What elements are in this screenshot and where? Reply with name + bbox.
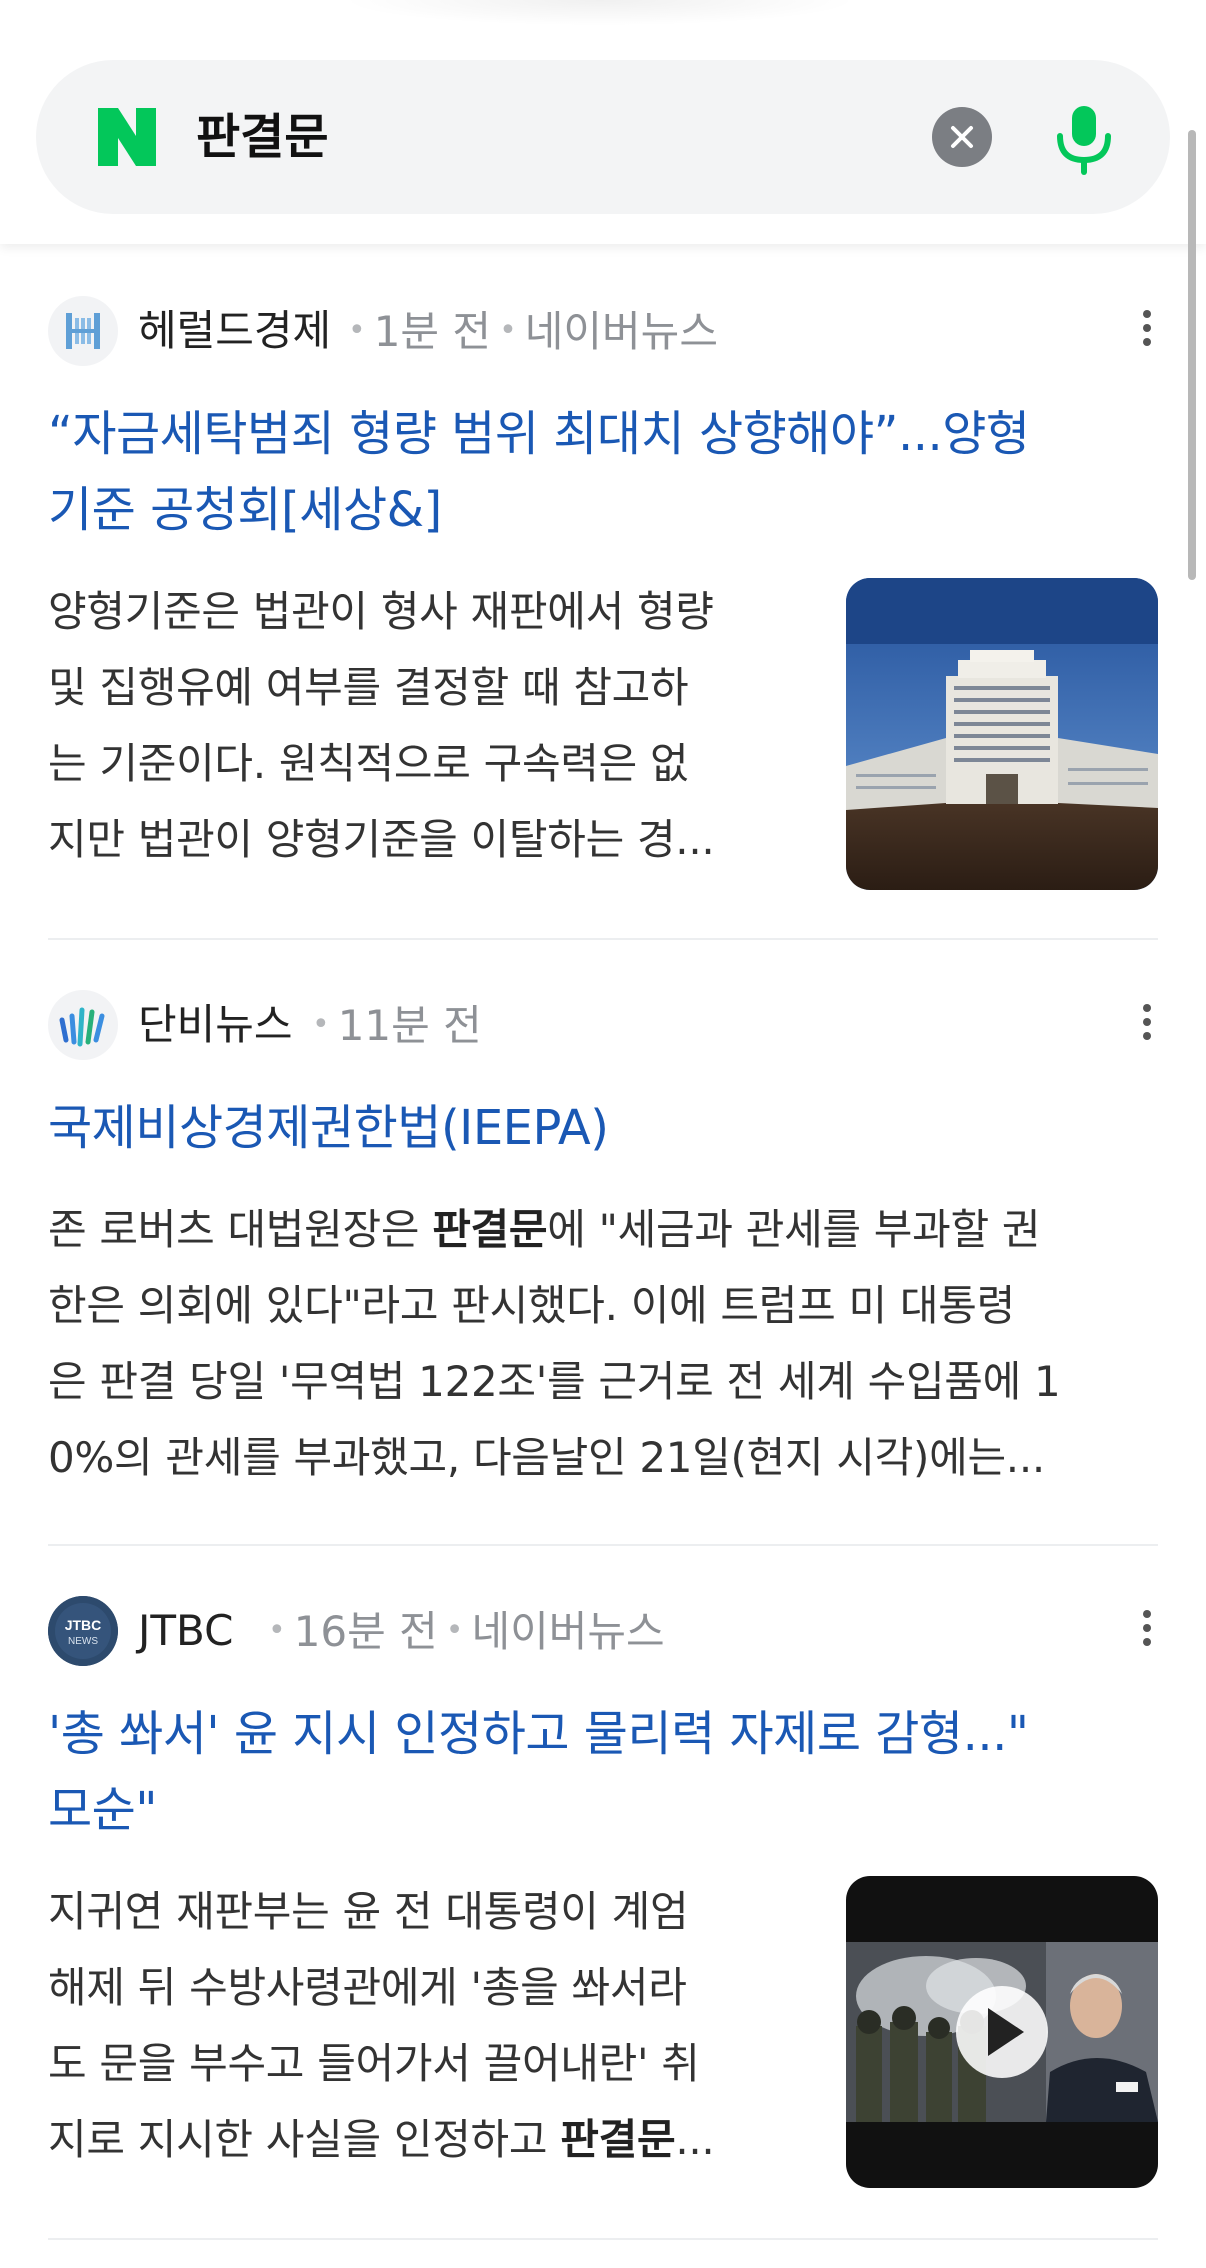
publish-time: 1분 전 [373,307,492,356]
herald-logo-icon[interactable] [48,296,118,366]
news-result-card[interactable]: 헤럴드경제 • 1분 전 • 네이버뉴스 “자금세탁범죄 형량 범위 최대치 상향해야… [48,292,1158,890]
news-summary[interactable]: 양형기준은 법관이 형사 재판에서 형량 및 집행유예 여부를 결정할 때 참고… [48,574,808,878]
news-headline-link[interactable]: 국제비상경제권한법(IEEPA) [48,1090,1158,1166]
news-summary[interactable]: 존 로버츠 대법원장은 판결문에 "세금과 관세를 부과할 권 한은 의회에 있… [48,1192,1158,1496]
press-name[interactable]: 단비뉴스 [138,1000,293,1050]
summary-line: 도 문을 부수고 들어가서 끌어내란' 취 [48,2039,700,2088]
summary-line: 양형기준은 법관이 형사 재판에서 형량 [48,587,714,636]
svg-text:NEWS: NEWS [68,1636,98,1647]
jtbc-news-logo-icon[interactable]: JTBC NEWS [48,1596,118,1666]
supreme-court-building-image[interactable] [846,578,1158,890]
summary-line: 및 집행유예 여부를 결정할 때 참고하 [48,663,689,712]
clear-search-button[interactable] [932,107,992,167]
more-options-button[interactable] [1132,998,1162,1054]
top-shadow [340,0,860,26]
search-bar[interactable]: 판결문 [36,60,1170,214]
news-time-source: • 16분 전 • 네이버뉴스 [268,1607,665,1656]
summary-line: 지귀연 재판부는 윤 전 대통령이 계엄 [48,1887,689,1936]
summary-line: 존 로버츠 대법원장은 판결문에 "세금과 관세를 부과할 권 [48,1205,1041,1254]
headline-line[interactable]: '총 쏴서' 윤 지시 인정하고 물리력 자제로 감형..." [48,1696,1158,1772]
publish-time: 11분 전 [337,1001,482,1050]
video-thumbnail-image[interactable] [846,1876,1158,2188]
summary-line: 는 기준이다. 원칙적으로 구속력은 없 [48,739,689,788]
news-source[interactable]: 네이버뉴스 [471,1607,664,1656]
search-header: 판결문 [0,0,1206,244]
headline-line[interactable]: 기준 공청회[세상&] [48,472,1158,548]
news-time-source: • 1분 전 • 네이버뉴스 [348,307,718,356]
summary-line: 지로 지시한 사실을 인정하고 판결문... [48,2115,715,2164]
card-divider [48,2238,1158,2240]
news-source[interactable]: 네이버뉴스 [525,307,718,356]
close-icon [951,126,973,148]
news-result-card[interactable]: 단비뉴스 • 11분 전 국제비상경제권한법(IEEPA) 존 로버츠 대법원장은… [48,986,1158,1482]
danbi-logo-icon[interactable] [48,990,118,1060]
more-options-button[interactable] [1132,304,1162,360]
headline-line[interactable]: “자금세탁범죄 형량 범위 최대치 상향해야”...양형 [48,396,1158,472]
news-headline-link[interactable]: '총 쏴서' 윤 지시 인정하고 물리력 자제로 감형..." 모순" [48,1696,1158,1848]
card-divider [48,1544,1158,1546]
naver-logo-icon[interactable] [94,104,160,170]
news-summary[interactable]: 지귀연 재판부는 윤 전 대통령이 계엄 해제 뒤 수방사령관에게 '총을 쏴서… [48,1874,808,2178]
press-name[interactable]: 헤럴드경제 [138,306,331,356]
scrollbar[interactable] [1188,130,1196,580]
headline-line[interactable]: 모순" [48,1772,1158,1848]
news-meta-row: 단비뉴스 • 11분 전 [48,986,1158,1064]
summary-line: 0%의 관세를 부과했고, 다음날인 21일(현지 시각)에는... [48,1433,1045,1482]
press-name[interactable]: JTBC [138,1606,233,1656]
publish-time: 16분 전 [293,1607,438,1656]
headline-line[interactable]: 국제비상경제권한법(IEEPA) [48,1090,1158,1166]
summary-line: 한은 의회에 있다"라고 판시했다. 이에 트럼프 미 대통령 [48,1281,1015,1330]
summary-line: 은 판결 당일 '무역법 122조'를 근거로 전 세계 수입품에 1 [48,1357,1061,1406]
news-result-card[interactable]: JTBC NEWS JTBC • 16분 전 • 네이버뉴스 '총 쏴서' 윤 지시 … [48,1592,1158,2188]
news-time-source: • 11분 전 [312,1001,482,1050]
card-divider [48,938,1158,940]
search-input[interactable]: 판결문 [196,106,328,168]
news-headline-link[interactable]: “자금세탁범죄 형량 범위 최대치 상향해야”...양형 기준 공청회[세상&] [48,396,1158,548]
microphone-icon[interactable] [1046,100,1122,176]
summary-line: 해제 뒤 수방사령관에게 '총을 쏴서라 [48,1963,687,2012]
news-meta-row: JTBC NEWS JTBC • 16분 전 • 네이버뉴스 [48,1592,1158,1670]
more-options-button[interactable] [1132,1604,1162,1660]
search-results-page: 판결문 헤럴드경제 • 1분 전 • 네이버뉴스 “자금세탁범죄 형량 범위 최… [0,0,1206,2268]
summary-line: 지만 법관이 양형기준을 이탈하는 경... [48,815,715,864]
news-meta-row: 헤럴드경제 • 1분 전 • 네이버뉴스 [48,292,1158,370]
svg-text:JTBC: JTBC [65,1617,102,1633]
